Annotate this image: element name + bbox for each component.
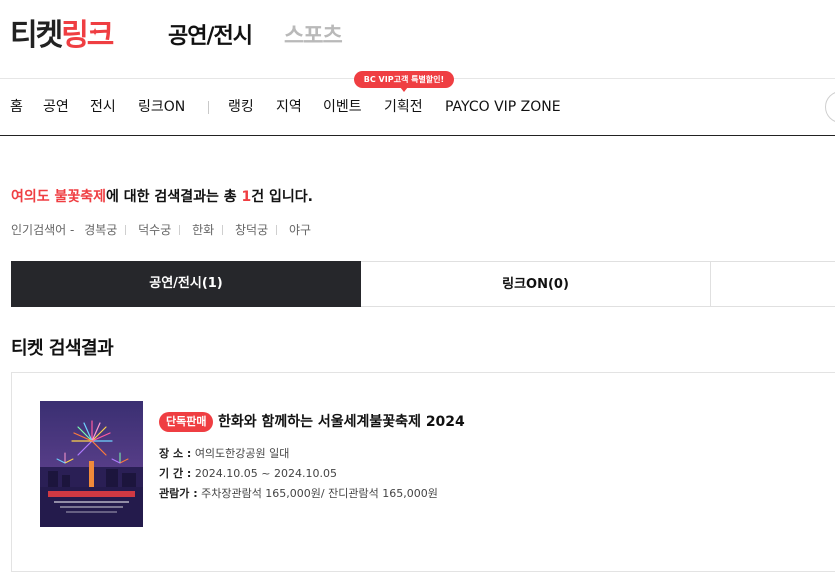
period-row: 기 간 : 2024.10.05 ~ 2024.10.05 bbox=[159, 465, 337, 483]
exclusive-sale-badge: 단독판매 bbox=[159, 412, 214, 432]
nav-payco-vip-zone[interactable]: PAYCO VIP ZONE bbox=[445, 97, 561, 117]
popular-keyword[interactable]: 야구 bbox=[289, 223, 311, 237]
popular-keyword[interactable]: 한화 bbox=[192, 223, 214, 237]
nav-divider bbox=[208, 101, 209, 114]
price-row: 관람가 : 주차장관람석 165,000원/ 잔디관람석 165,000원 bbox=[159, 485, 438, 503]
site-header: 티켓링크 ✦ 공연/전시 스포츠 bbox=[0, 0, 835, 79]
popular-keyword[interactable]: 덕수궁 bbox=[138, 223, 171, 237]
venue-label: 장 소 : bbox=[159, 447, 192, 460]
popular-label: 인기검색어 - bbox=[11, 223, 75, 237]
header-tab-sports[interactable]: 스포츠 bbox=[284, 20, 343, 54]
search-summary: 여의도 불꽃축제에 대한 검색결과는 총 1건 입니다. bbox=[11, 189, 313, 205]
search-keyword: 여의도 불꽃축제 bbox=[11, 189, 107, 205]
header-tab-performance[interactable]: 공연/전시 bbox=[168, 20, 253, 54]
section-title: 티켓 검색결과 bbox=[11, 338, 114, 359]
nav-region[interactable]: 지역 bbox=[276, 97, 302, 117]
tab-performance-results[interactable]: 공연/전시(1) bbox=[11, 261, 361, 307]
promo-badge[interactable]: BC VIP고객 특별할인! bbox=[354, 71, 454, 92]
nav-special[interactable]: 기획전 bbox=[384, 97, 423, 117]
event-poster[interactable] bbox=[40, 401, 143, 527]
tab-linkon-results[interactable]: 링크ON(0) bbox=[361, 261, 711, 307]
nav-performance[interactable]: 공연 bbox=[43, 97, 69, 117]
tab-other-results[interactable] bbox=[711, 261, 835, 307]
price-value: 주차장관람석 165,000원/ 잔디관람석 165,000원 bbox=[201, 487, 438, 500]
venue-row: 장 소 : 여의도한강공원 일대 bbox=[159, 445, 289, 463]
result-count: 1 bbox=[241, 189, 252, 205]
logo-star-icon: ✦ bbox=[90, 25, 100, 39]
popular-keywords: 인기검색어 - 경복궁 덕수궁 한화 창덕궁 야구 bbox=[11, 220, 311, 240]
event-title[interactable]: 한화와 함께하는 서울세계불꽃축제 2024 bbox=[218, 411, 465, 433]
nav-linkon[interactable]: 링크ON bbox=[138, 97, 185, 117]
popular-keyword[interactable]: 창덕궁 bbox=[235, 223, 268, 237]
period-label: 기 간 : bbox=[159, 467, 192, 480]
nav-home[interactable]: 홈 bbox=[10, 97, 23, 117]
nav-ranking[interactable]: 랭킹 bbox=[228, 97, 254, 117]
period-value: 2024.10.05 ~ 2024.10.05 bbox=[194, 467, 337, 480]
popular-keyword[interactable]: 경복궁 bbox=[84, 223, 117, 237]
ticketlink-logo[interactable]: 티켓링크 ✦ bbox=[10, 14, 114, 58]
price-label: 관람가 : bbox=[159, 487, 198, 500]
nav-exhibition[interactable]: 전시 bbox=[90, 97, 116, 117]
nav-event[interactable]: 이벤트 bbox=[323, 97, 362, 117]
venue-value: 여의도한강공원 일대 bbox=[194, 447, 290, 460]
